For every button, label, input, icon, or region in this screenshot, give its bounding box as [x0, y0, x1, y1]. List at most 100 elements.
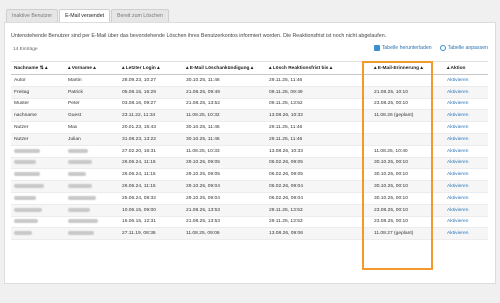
tab-bar: Inaktive Benutzer E-Mail versendet Berei…	[6, 9, 169, 23]
cell-email-reminder	[371, 133, 444, 146]
cell-last-login: 26.06.24, 11:15	[119, 180, 183, 193]
cell-response-deadline: 06.02.26, 09:05	[266, 157, 371, 170]
cell-last-login: 25.06.24, 08:32	[119, 192, 183, 205]
cell-lastname: Autor	[11, 74, 65, 87]
cell-email-reminder: 23.08.25, 00:10	[371, 216, 444, 229]
activate-link[interactable]: Aktivieren	[444, 168, 488, 182]
cell-lastname: Freitag	[11, 86, 65, 99]
column-header-lastname[interactable]: Nachname ⇅ ▴	[11, 61, 65, 75]
cell-lastname	[11, 157, 65, 170]
activate-link[interactable]: Aktivieren	[444, 74, 488, 87]
cell-email-reminder: 30.10.25, 00:10	[371, 168, 444, 182]
cell-response-deadline: 29.11.25, 13:53	[266, 216, 371, 229]
cell-deletion-notice: 11.08.25, 10:32	[183, 109, 266, 123]
redacted-name	[68, 148, 88, 153]
tab-inactive-users[interactable]: Inaktive Benutzer	[6, 9, 59, 22]
redacted-name	[14, 148, 40, 153]
customize-table-label: Tabelle anpassen	[447, 45, 488, 51]
download-icon	[373, 45, 380, 51]
redacted-name	[14, 160, 36, 165]
redacted-name	[68, 160, 92, 165]
column-header-email-reminder[interactable]: ▴ E-Mail-Erinnerung ▴	[371, 61, 444, 75]
activate-link[interactable]: Aktivieren	[444, 133, 488, 146]
cell-firstname: Guest	[65, 109, 119, 123]
cell-last-login: 23.11.22, 11:34	[119, 109, 183, 123]
activate-link[interactable]: Aktivieren	[444, 109, 488, 123]
cell-email-reminder: 30.10.25, 00:10	[371, 192, 444, 205]
cell-deletion-notice: 29.10.25, 09:05	[183, 168, 266, 182]
cell-last-login: 20.01.23, 15:43	[119, 121, 183, 134]
table-header-row: Nachname ⇅ ▴ ▴ Vorname ▴ ▴ Letzter Login…	[11, 61, 488, 75]
download-table-label: Tabelle herunterladen	[381, 45, 432, 51]
table-row: 25.06.24, 08:32 29.10.25, 09:04 06.02.26, …	[11, 192, 488, 205]
cell-firstname: Martin	[65, 74, 119, 87]
cell-email-reminder: 30.10.25, 00:10	[371, 180, 444, 193]
activate-link[interactable]: Aktivieren	[444, 145, 488, 158]
info-text: Untenstehende Benutzer sind per E-Mail ü…	[11, 33, 387, 39]
activate-link[interactable]: Aktivieren	[444, 157, 488, 170]
cell-deletion-notice: 30.10.25, 11:46	[183, 133, 266, 146]
cell-firstname: Patrick	[65, 86, 119, 99]
table-row: 27.11.19, 08:36 11.08.25, 09:06 13.08.26, …	[11, 227, 488, 241]
redacted-name	[68, 183, 92, 188]
activate-link[interactable]: Aktivieren	[444, 86, 488, 99]
download-table-button[interactable]: Tabelle herunterladen	[373, 45, 432, 51]
gear-icon	[439, 45, 446, 51]
table-row: nachname Guest 23.11.22, 11:34 11.08.25, 10…	[11, 109, 488, 123]
cell-firstname: Julian	[65, 133, 119, 146]
cell-deletion-notice: 30.10.25, 11:46	[183, 121, 266, 134]
cell-last-login: 27.11.19, 08:36	[119, 227, 183, 241]
cell-response-deadline: 13.08.26, 10:33	[266, 145, 371, 158]
activate-link[interactable]: Aktivieren	[444, 204, 488, 217]
column-header-response-deadline[interactable]: ▴ Lösch Reaktionsfrist bis ▴	[266, 61, 371, 75]
cell-lastname: Nutzer	[11, 133, 65, 146]
activate-link[interactable]: Aktivieren	[444, 98, 488, 111]
cell-email-reminder	[371, 74, 444, 87]
cell-firstname	[65, 216, 119, 229]
cell-last-login: 03.08.16, 09:27	[119, 98, 183, 111]
activate-link[interactable]: Aktivieren	[444, 227, 488, 241]
table-row: Nutzer Max 20.01.23, 15:43 30.10.25, 11:46 2…	[11, 121, 488, 134]
entries-count: 14 Einträge	[13, 47, 38, 52]
cell-deletion-notice: 21.08.25, 13:53	[183, 216, 266, 229]
column-header-action: ▴ Aktion	[444, 61, 488, 75]
redacted-name	[68, 219, 98, 224]
cell-last-login: 26.06.24, 11:15	[119, 168, 183, 182]
cell-email-reminder: 23.08.25, 00:10	[371, 98, 444, 111]
column-header-deletion-notice[interactable]: ▴ E-Mail Löschankündigung ▴	[183, 61, 266, 75]
cell-lastname: Muster	[11, 98, 65, 111]
cell-last-login: 05.08.15, 16:29	[119, 86, 183, 99]
cell-deletion-notice: 21.08.25, 13:52	[183, 98, 266, 111]
column-header-last-login[interactable]: ▴ Letzter Login ▴	[119, 61, 183, 75]
table-row: 26.06.24, 11:16 29.10.25, 09:05 06.02.26, …	[11, 157, 488, 170]
cell-response-deadline: 29.11.25, 11:46	[266, 133, 371, 146]
cell-response-deadline: 13.08.26, 09:06	[266, 227, 371, 241]
redacted-name	[14, 195, 36, 200]
customize-table-button[interactable]: Tabelle anpassen	[439, 45, 488, 51]
activate-link[interactable]: Aktivieren	[444, 216, 488, 229]
cell-last-login: 15.06.15, 12:31	[119, 216, 183, 229]
tab-ready-to-delete[interactable]: Bereit zum Löschen	[111, 9, 169, 22]
cell-lastname	[11, 216, 65, 229]
cell-last-login: 27.02.20, 16:31	[119, 145, 183, 158]
cell-firstname	[65, 168, 119, 182]
cell-response-deadline: 06.02.26, 09:04	[266, 180, 371, 193]
table-row: 27.02.20, 16:31 11.08.25, 10:33 13.08.26, …	[11, 145, 488, 158]
activate-link[interactable]: Aktivieren	[444, 180, 488, 193]
cell-email-reminder: 11.08.26 (geplant)	[371, 109, 444, 123]
cell-last-login: 26.06.24, 11:16	[119, 157, 183, 170]
activate-link[interactable]: Aktivieren	[444, 121, 488, 134]
cell-lastname	[11, 145, 65, 158]
cell-deletion-notice: 11.08.25, 09:06	[183, 227, 266, 241]
cell-response-deadline: 09.11.25, 13:52	[266, 98, 371, 111]
cell-lastname	[11, 180, 65, 193]
table-row: Nutzer Julian 31.08.23, 13:22 30.10.25, 11:…	[11, 133, 488, 146]
activate-link[interactable]: Aktivieren	[444, 192, 488, 205]
table-toolbar: Tabelle herunterladen Tabelle anpassen	[373, 45, 488, 51]
table-row: 15.06.15, 12:31 21.08.25, 13:53 29.11.25, …	[11, 216, 488, 229]
cell-deletion-notice: 30.10.25, 11:46	[183, 74, 266, 87]
cell-deletion-notice: 29.10.25, 09:05	[183, 157, 266, 170]
column-header-firstname[interactable]: ▴ Vorname ▴	[65, 61, 119, 75]
tab-email-sent[interactable]: E-Mail versendet	[59, 9, 111, 23]
cell-email-reminder: 11.08.25, 10:40	[371, 145, 444, 158]
